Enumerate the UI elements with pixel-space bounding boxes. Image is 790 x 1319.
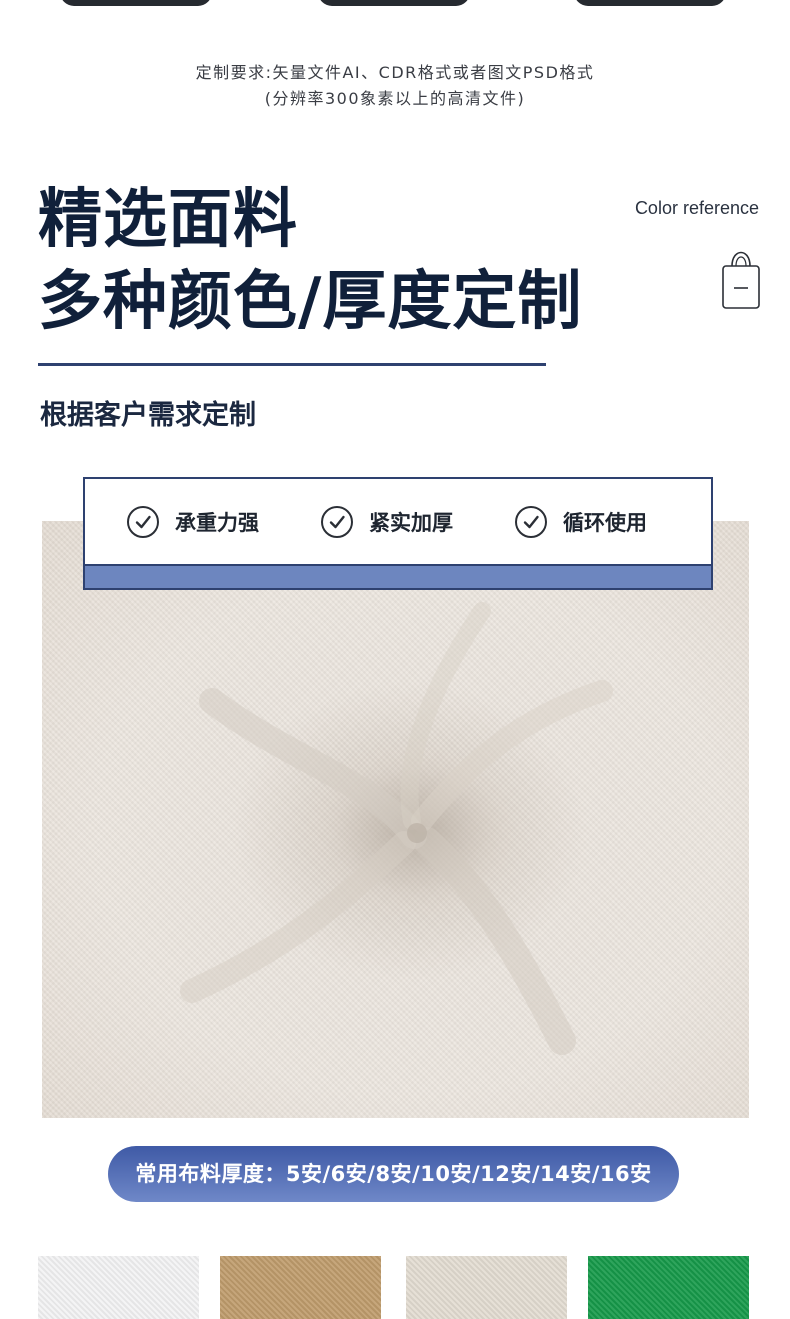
green-canvas-swatch[interactable] (588, 1256, 749, 1319)
feature-label: 承重力强 (175, 511, 259, 535)
requirements-line-2: (分辨率300象素以上的高清文件) (264, 89, 526, 108)
headline-divider (38, 363, 546, 366)
khaki-canvas-swatch[interactable] (220, 1256, 381, 1319)
check-circle-icon (127, 506, 159, 538)
feature-item-thickened: 紧实加厚 (321, 503, 453, 541)
feature-label: 循环使用 (563, 511, 647, 535)
top-button-left[interactable] (60, 0, 212, 6)
tote-bag-icon (722, 251, 760, 309)
features-accent-bar (85, 564, 711, 588)
natural-canvas-swatch[interactable] (406, 1256, 567, 1319)
headline-line-1: 精选面料 (38, 183, 298, 257)
check-circle-icon (515, 506, 547, 538)
white-canvas-swatch[interactable] (38, 1256, 199, 1319)
features-panel: 承重力强 紧实加厚 循环使用 (83, 477, 713, 590)
top-button-middle[interactable] (318, 0, 470, 6)
thickness-banner: 常用布料厚度：5安/6安/8安/10安/12安/14安/16安 (108, 1146, 679, 1202)
customization-requirements: 定制要求:矢量文件AI、CDR格式或者图文PSD格式 (分辨率300象素以上的高… (0, 60, 790, 112)
feature-item-load-bearing: 承重力强 (127, 503, 259, 541)
requirements-line-1: 定制要求:矢量文件AI、CDR格式或者图文PSD格式 (195, 63, 595, 82)
fabric-photo (42, 521, 749, 1118)
subheading: 根据客户需求定制 (40, 400, 256, 431)
color-reference-label: Color reference (634, 198, 759, 218)
top-button-right[interactable] (574, 0, 726, 6)
fabric-swirl-shading (180, 602, 613, 1055)
headline-line-2: 多种颜色/厚度定制 (38, 265, 583, 339)
check-circle-icon (321, 506, 353, 538)
feature-item-reusable: 循环使用 (515, 503, 647, 541)
feature-label: 紧实加厚 (369, 511, 453, 535)
